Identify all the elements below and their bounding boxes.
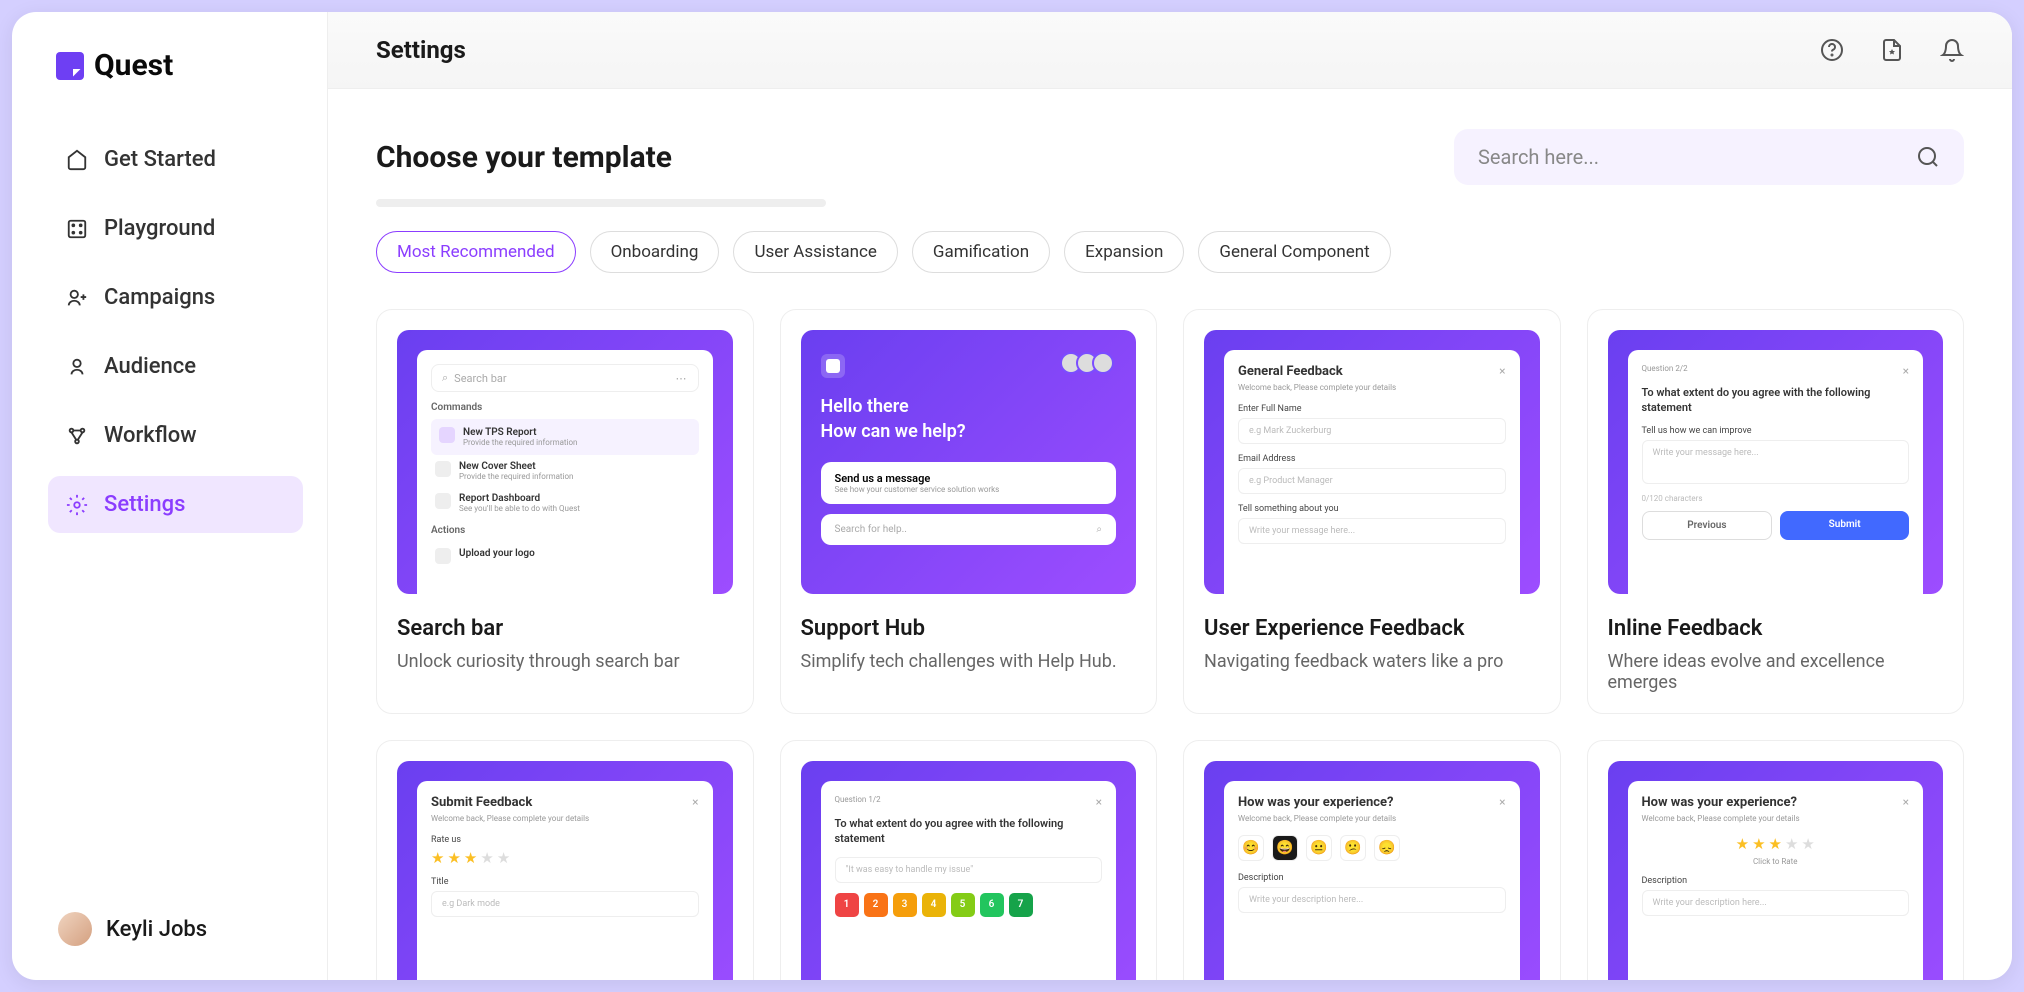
brand-name: Quest (94, 48, 173, 83)
sidebar-item-campaigns[interactable]: Campaigns (48, 269, 303, 326)
help-icon[interactable] (1820, 38, 1844, 62)
page-title: Settings (376, 36, 466, 64)
user-plus-icon (66, 287, 88, 309)
template-card[interactable]: × Question 2/2 To what extent do you agr… (1587, 309, 1965, 714)
template-card[interactable]: × General Feedback Welcome back, Please … (1183, 309, 1561, 714)
grid-icon (66, 218, 88, 240)
bell-icon[interactable] (1940, 38, 1964, 62)
gear-icon (66, 494, 88, 516)
progress-bar (376, 199, 826, 207)
template-preview: × Submit Feedback Welcome back, Please c… (397, 761, 733, 980)
template-title: User Experience Feedback (1204, 616, 1540, 641)
user-name: Keyli Jobs (106, 917, 207, 942)
template-card[interactable]: × How was your experience? Welcome back,… (1183, 740, 1561, 980)
chip-gamification[interactable]: Gamification (912, 231, 1050, 273)
bookmark-icon[interactable] (1880, 38, 1904, 62)
content-header: Choose your template (376, 129, 1964, 185)
sidebar-item-label: Workflow (104, 423, 197, 448)
sidebar-item-audience[interactable]: Audience (48, 338, 303, 395)
main-content: Settings Choose your template Most Recom… (328, 12, 2012, 980)
template-preview: × How was your experience? Welcome back,… (1608, 761, 1944, 980)
chip-onboarding[interactable]: Onboarding (590, 231, 720, 273)
template-title: Inline Feedback (1608, 616, 1944, 641)
sidebar-item-label: Campaigns (104, 285, 215, 310)
user-icon (66, 356, 88, 378)
home-icon (66, 149, 88, 171)
sidebar-item-label: Audience (104, 354, 196, 379)
template-desc: Unlock curiosity through search bar (397, 651, 733, 672)
app-window: Quest Get Started Playground Campaigns A… (12, 12, 2012, 980)
chip-user-assistance[interactable]: User Assistance (733, 231, 897, 273)
template-desc: Where ideas evolve and excellence emerge… (1608, 651, 1944, 693)
template-preview: × How was your experience? Welcome back,… (1204, 761, 1540, 980)
sidebar: Quest Get Started Playground Campaigns A… (12, 12, 328, 980)
search-icon (1916, 145, 1940, 169)
topbar: Settings (328, 12, 2012, 89)
workflow-icon (66, 425, 88, 447)
filter-chips: Most Recommended Onboarding User Assista… (376, 231, 1964, 273)
sidebar-item-get-started[interactable]: Get Started (48, 131, 303, 188)
sidebar-item-settings[interactable]: Settings (48, 476, 303, 533)
search-box[interactable] (1454, 129, 1964, 185)
sidebar-item-label: Get Started (104, 147, 216, 172)
template-preview: Hello thereHow can we help? Send us a me… (801, 330, 1137, 594)
sidebar-item-label: Playground (104, 216, 215, 241)
chip-expansion[interactable]: Expansion (1064, 231, 1184, 273)
template-card[interactable]: ⌕Search bar⋯ Commands New TPS ReportProv… (376, 309, 754, 714)
template-preview: × Question 2/2 To what extent do you agr… (1608, 330, 1944, 594)
template-title: Support Hub (801, 616, 1137, 641)
template-desc: Simplify tech challenges with Help Hub. (801, 651, 1137, 672)
sidebar-item-label: Settings (104, 492, 185, 517)
chip-general-component[interactable]: General Component (1198, 231, 1390, 273)
template-card[interactable]: × How was your experience? Welcome back,… (1587, 740, 1965, 980)
topbar-actions (1820, 38, 1964, 62)
template-card[interactable]: × Submit Feedback Welcome back, Please c… (376, 740, 754, 980)
template-card[interactable]: × Question 1/2 To what extent do you agr… (780, 740, 1158, 980)
avatar (58, 912, 92, 946)
search-input[interactable] (1478, 145, 1904, 169)
logo-icon (56, 52, 84, 80)
sidebar-nav: Get Started Playground Campaigns Audienc… (48, 131, 303, 902)
template-desc: Navigating feedback waters like a pro (1204, 651, 1540, 672)
template-preview: × Question 1/2 To what extent do you agr… (801, 761, 1137, 980)
content-area: Choose your template Most Recommended On… (328, 89, 2012, 980)
sidebar-item-playground[interactable]: Playground (48, 200, 303, 257)
brand-logo: Quest (48, 48, 303, 83)
sidebar-item-workflow[interactable]: Workflow (48, 407, 303, 464)
user-profile[interactable]: Keyli Jobs (48, 902, 303, 956)
section-title: Choose your template (376, 140, 672, 175)
template-card[interactable]: Hello thereHow can we help? Send us a me… (780, 309, 1158, 714)
template-grid: ⌕Search bar⋯ Commands New TPS ReportProv… (376, 309, 1964, 980)
template-preview: × General Feedback Welcome back, Please … (1204, 330, 1540, 594)
template-preview: ⌕Search bar⋯ Commands New TPS ReportProv… (397, 330, 733, 594)
template-title: Search bar (397, 616, 733, 641)
chip-most-recommended[interactable]: Most Recommended (376, 231, 576, 273)
